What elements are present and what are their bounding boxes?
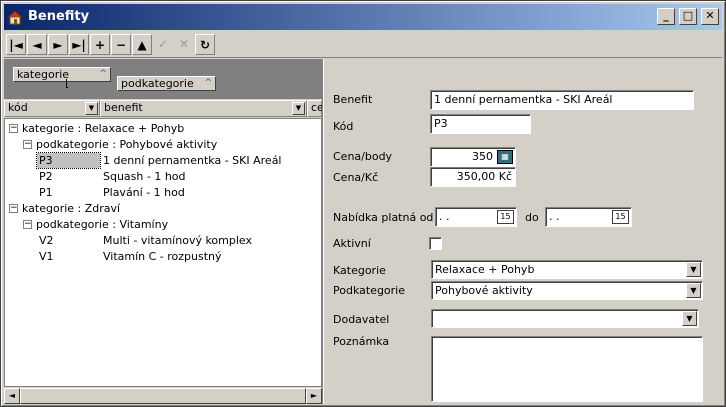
sort-ascending-icon: ^ — [204, 78, 212, 88]
kategorie-value: Relaxace + Pohyb — [435, 263, 535, 276]
cancel-edit-button[interactable]: ✕ — [174, 34, 194, 55]
sort-ascending-icon: ^ — [99, 69, 107, 79]
code-cell[interactable]: P3 — [36, 152, 101, 169]
calculator-icon[interactable]: ▦ — [497, 150, 513, 164]
cena-body-label: Cena/body — [333, 150, 393, 163]
kod-label: Kód — [333, 120, 354, 133]
benefit-tree-grid[interactable]: − kategorie : Relaxace + Pohyb − podkate… — [4, 118, 322, 387]
cena-kc-label: Cena/Kč — [333, 171, 379, 184]
table-row[interactable]: V1 Vitamín C - rozpustný — [5, 249, 321, 264]
table-row[interactable]: P1 Plavání - 1 hod — [5, 185, 321, 200]
grid-column-headers: kód ▼ benefit ▼ ce — [4, 100, 324, 117]
benefit-grid-pane: kategorie ^ podkategorie ^ kód ▼ benefit… — [4, 59, 324, 404]
benefit-field[interactable]: 1 denní pernamentka - SKI Areál — [430, 90, 694, 110]
house-icon — [7, 10, 23, 25]
group-box-label: podkategorie — [121, 77, 194, 90]
benefit-cell[interactable]: Vitamín C - rozpustný — [103, 249, 222, 264]
do-label: do — [525, 211, 539, 224]
kategorie-label: Kategorie — [333, 264, 386, 277]
podkategorie-label: Podkategorie — [333, 284, 406, 297]
code-cell[interactable]: V2 — [39, 233, 54, 248]
navigator-toolbar: |◄ ◄ ► ►| + − ▲ ✓ ✕ ↻ — [4, 32, 722, 58]
poznamka-textarea[interactable] — [431, 336, 703, 402]
nabidka-label: Nabídka platná od — [333, 211, 434, 224]
column-header-kod[interactable]: kód ▼ — [4, 100, 100, 117]
subgroup-row[interactable]: − podkategorie : Vitamíny — [5, 217, 321, 232]
chevron-down-icon[interactable]: ▼ — [682, 311, 697, 326]
table-row[interactable]: V2 Multi - vitamínový komplex — [5, 233, 321, 248]
benefit-label: Benefit — [333, 93, 373, 106]
poznamka-label: Poznámka — [333, 335, 390, 348]
refresh-button[interactable]: ↻ — [195, 34, 215, 55]
first-record-button[interactable]: |◄ — [6, 34, 26, 55]
collapse-icon[interactable]: − — [9, 204, 18, 213]
subgroup-row-label: podkategorie : Vitamíny — [36, 218, 169, 231]
chevron-down-icon[interactable]: ▼ — [85, 102, 98, 115]
code-cell[interactable]: P1 — [39, 185, 53, 200]
kategorie-select[interactable]: Relaxace + Pohyb ▼ — [431, 260, 703, 279]
benefit-cell[interactable]: Multi - vitamínový komplex — [103, 233, 252, 248]
group-box-kategorie[interactable]: kategorie ^ — [13, 67, 111, 82]
minimize-button[interactable]: _ — [657, 8, 675, 25]
podkategorie-select[interactable]: Pohybové aktivity ▼ — [431, 281, 703, 300]
delete-record-button[interactable]: − — [111, 34, 131, 55]
group-box-podkategorie[interactable]: podkategorie ^ — [117, 76, 216, 91]
maximize-button[interactable]: □ — [679, 8, 697, 25]
chevron-down-icon[interactable]: ▼ — [686, 262, 701, 277]
nabidka-od-value: . . — [439, 210, 450, 223]
podkategorie-value: Pohybové aktivity — [435, 284, 533, 297]
benefit-cell[interactable]: Plavání - 1 hod — [103, 185, 185, 200]
post-record-button[interactable]: ✓ — [153, 34, 173, 55]
calendar-icon[interactable]: 15 — [612, 210, 629, 224]
table-row[interactable]: P3 1 denní pernamentka - SKI Areál — [5, 152, 321, 169]
dodavatel-label: Dodavatel — [333, 313, 390, 326]
subgroup-row[interactable]: − podkategorie : Pohybové aktivity — [5, 137, 321, 152]
code-cell[interactable]: V1 — [39, 249, 54, 264]
last-record-button[interactable]: ►| — [69, 34, 89, 55]
collapse-icon[interactable]: − — [23, 220, 32, 229]
column-header-cena[interactable]: ce — [307, 100, 324, 117]
scroll-right-icon[interactable]: ► — [306, 388, 322, 404]
edit-record-button[interactable]: ▲ — [132, 34, 152, 55]
subgroup-row-label: podkategorie : Pohybové aktivity — [36, 138, 218, 151]
group-connector — [66, 79, 68, 88]
insert-record-button[interactable]: + — [90, 34, 110, 55]
group-row[interactable]: − kategorie : Zdraví — [5, 201, 321, 216]
column-header-label: benefit — [104, 101, 143, 114]
kod-field[interactable]: P3 — [430, 114, 531, 134]
scroll-left-icon[interactable]: ◄ — [4, 388, 20, 404]
group-box-label: kategorie — [17, 68, 70, 81]
group-row[interactable]: − kategorie : Relaxace + Pohyb — [5, 121, 321, 136]
column-header-benefit[interactable]: benefit ▼ — [100, 100, 307, 117]
code-cell[interactable]: P2 — [39, 169, 53, 184]
collapse-icon[interactable]: − — [9, 124, 18, 133]
benefit-cell[interactable]: Squash - 1 hod — [103, 169, 186, 184]
title-bar[interactable]: Benefity _ □ ✕ — [4, 4, 722, 30]
benefit-cell[interactable]: 1 denní pernamentka - SKI Areál — [103, 153, 282, 168]
collapse-icon[interactable]: − — [23, 140, 32, 149]
group-by-panel: kategorie ^ podkategorie ^ — [4, 59, 322, 99]
column-header-label: kód — [8, 101, 28, 114]
table-row[interactable]: P2 Squash - 1 hod — [5, 169, 321, 184]
close-button[interactable]: ✕ — [701, 8, 719, 25]
chevron-down-icon[interactable]: ▼ — [292, 102, 305, 115]
group-row-label: kategorie : Relaxace + Pohyb — [22, 122, 185, 135]
aktivni-label: Aktivní — [333, 237, 371, 250]
window-title: Benefity — [28, 9, 90, 24]
cena-body-value: 350 — [472, 150, 493, 163]
benefity-window: Benefity _ □ ✕ |◄ ◄ ► ►| + − ▲ ✓ ✕ ↻ kat… — [0, 0, 726, 407]
horizontal-scrollbar[interactable]: ◄ ► — [4, 388, 322, 404]
nabidka-do-value: . . — [549, 210, 560, 223]
calendar-icon[interactable]: 15 — [497, 210, 514, 224]
chevron-down-icon[interactable]: ▼ — [686, 283, 701, 298]
next-record-button[interactable]: ► — [48, 34, 68, 55]
group-row-label: kategorie : Zdraví — [22, 202, 121, 215]
prior-record-button[interactable]: ◄ — [27, 34, 47, 55]
cena-kc-field[interactable]: 350,00 Kč — [430, 167, 516, 187]
scroll-thumb[interactable] — [20, 388, 306, 404]
dodavatel-select[interactable]: ▼ — [431, 309, 699, 328]
pane-splitter[interactable] — [322, 59, 324, 404]
aktivni-checkbox[interactable] — [429, 237, 442, 250]
